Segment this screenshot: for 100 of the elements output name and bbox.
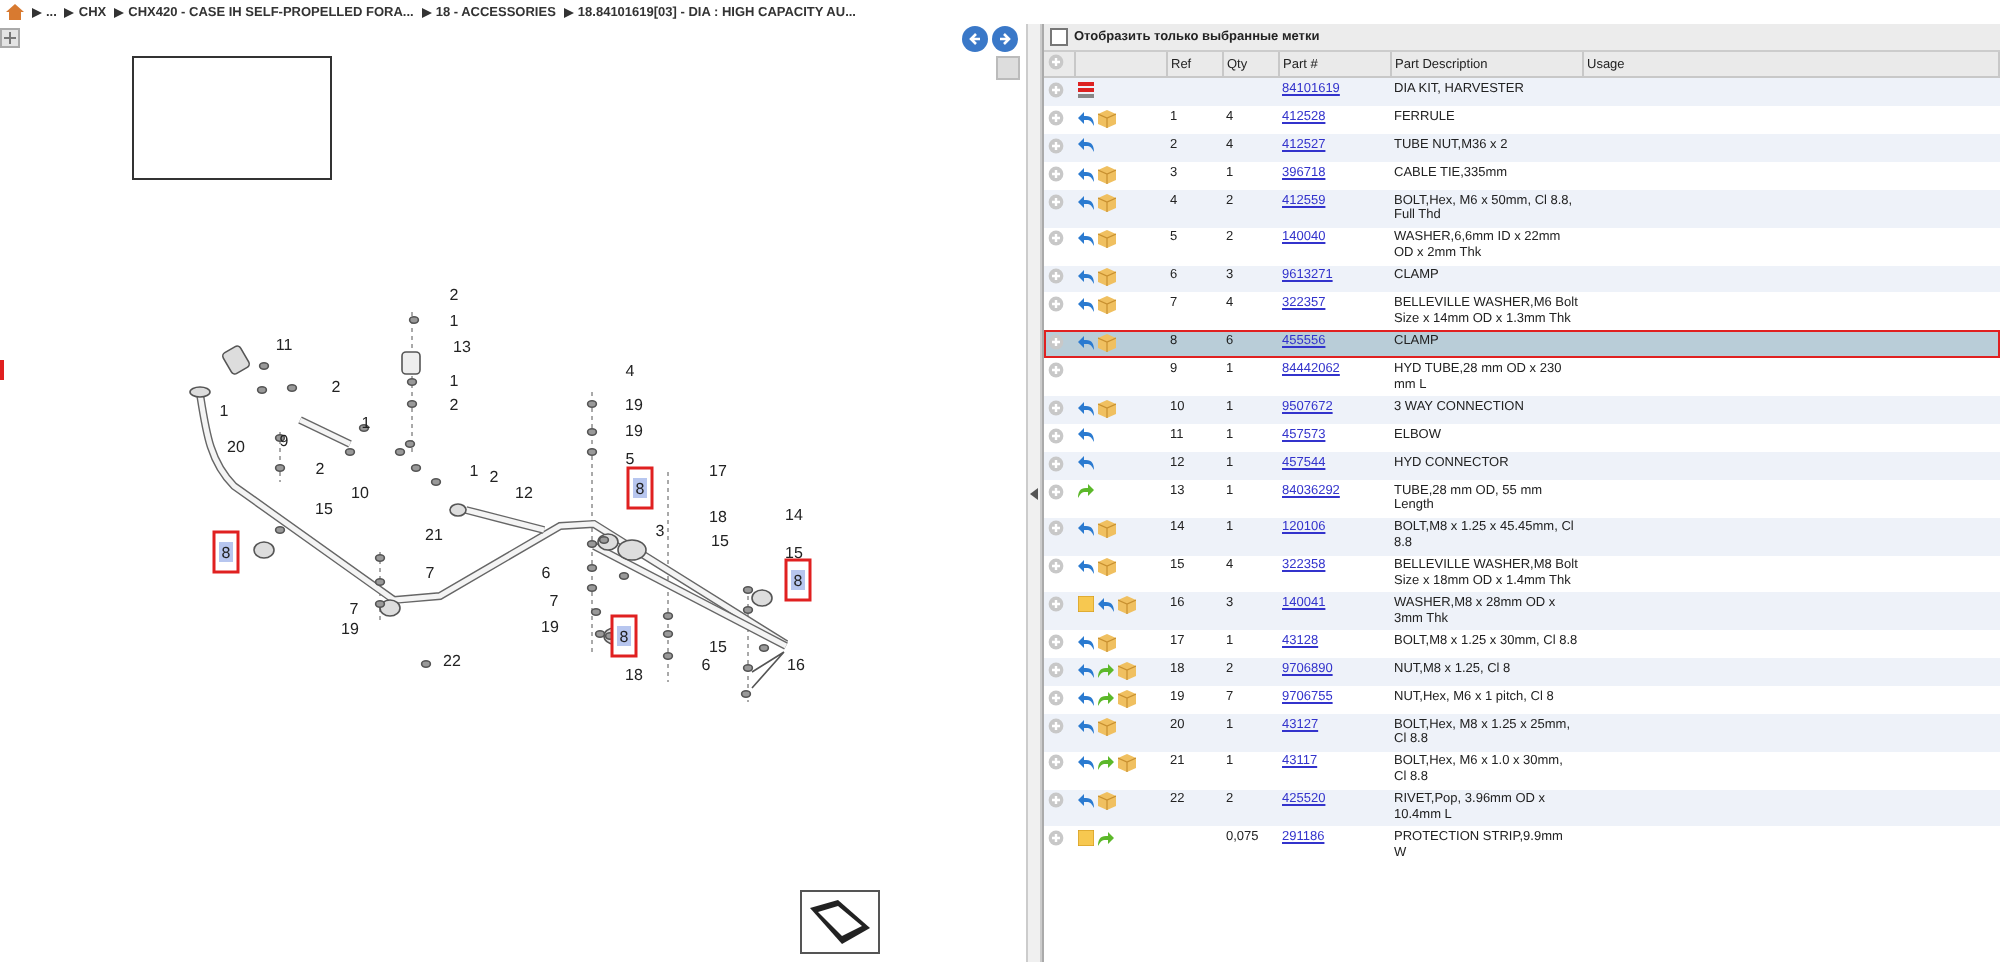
package-icon[interactable] [1098, 558, 1116, 577]
expand-icon[interactable] [1048, 520, 1064, 537]
back-arrow-icon[interactable] [1078, 335, 1094, 350]
callout-number[interactable]: 21 [425, 526, 443, 544]
back-arrow-icon[interactable] [1078, 756, 1094, 771]
expand-icon[interactable] [1048, 717, 1064, 734]
callout-number[interactable]: 2 [489, 468, 499, 486]
expand-icon[interactable] [1048, 689, 1064, 706]
expand-icon[interactable] [1048, 792, 1064, 809]
back-arrow-icon[interactable] [1078, 298, 1094, 313]
expand-all-icon[interactable] [1048, 54, 1064, 70]
package-icon[interactable] [1118, 689, 1136, 708]
callout-number[interactable]: 2 [449, 396, 459, 414]
forward-arrow-icon[interactable] [1098, 663, 1114, 678]
callout-number[interactable]: 19 [625, 396, 643, 414]
expand-icon[interactable] [1048, 230, 1064, 247]
callout-number[interactable]: 6 [701, 656, 711, 674]
back-arrow-icon[interactable] [1078, 111, 1094, 126]
callout-number[interactable]: 20 [227, 438, 245, 456]
image-icon[interactable] [800, 890, 880, 954]
package-icon[interactable] [1098, 268, 1116, 287]
package-icon[interactable] [1098, 193, 1116, 212]
package-icon[interactable] [1098, 165, 1116, 184]
package-icon[interactable] [1098, 333, 1116, 352]
expand-icon[interactable] [1048, 268, 1064, 285]
back-arrow-icon[interactable] [1078, 167, 1094, 182]
back-arrow-icon[interactable] [1098, 597, 1114, 612]
callout-number[interactable]: 10 [351, 484, 369, 502]
callout-number[interactable]: 6 [541, 564, 551, 582]
callout-number[interactable]: 17 [709, 462, 727, 480]
expand-icon[interactable] [1048, 137, 1064, 154]
callout-number[interactable]: 2 [449, 286, 459, 304]
callout-number[interactable]: 18 [625, 666, 643, 684]
callout-number[interactable]: 13 [453, 338, 471, 356]
expand-icon[interactable] [1048, 427, 1064, 444]
overview-frame[interactable] [132, 56, 332, 180]
callout-number[interactable]: 14 [785, 506, 803, 524]
forward-button[interactable] [992, 25, 1018, 51]
package-icon[interactable] [1118, 754, 1136, 773]
back-arrow-icon[interactable] [1078, 719, 1094, 734]
callout-number[interactable]: 16 [787, 656, 805, 674]
callout-number[interactable]: 22 [443, 652, 461, 670]
back-button[interactable] [962, 25, 988, 51]
callout-number[interactable]: 2 [331, 378, 341, 396]
back-arrow-icon[interactable] [1078, 691, 1094, 706]
callout-number[interactable]: 5 [625, 450, 635, 468]
callout-number[interactable]: 19 [625, 422, 643, 440]
back-arrow-icon[interactable] [1078, 270, 1094, 285]
package-icon[interactable] [1098, 717, 1116, 736]
back-arrow-icon[interactable] [1078, 635, 1094, 650]
package-icon[interactable] [1098, 109, 1116, 128]
callout-number[interactable]: 8 [212, 530, 240, 574]
callout-number[interactable]: 19 [541, 618, 559, 636]
back-arrow-icon[interactable] [1078, 137, 1094, 152]
note-icon[interactable] [1078, 596, 1094, 613]
package-icon[interactable] [1098, 296, 1116, 315]
expand-icon[interactable] [1048, 333, 1064, 350]
callout-number[interactable]: 3 [655, 522, 665, 540]
back-arrow-icon[interactable] [1078, 663, 1094, 678]
forward-arrow-icon[interactable] [1098, 691, 1114, 706]
back-arrow-icon[interactable] [1078, 427, 1094, 442]
back-arrow-icon[interactable] [1078, 401, 1094, 416]
expand-icon[interactable] [1048, 661, 1064, 678]
callout-number[interactable]: 15 [709, 638, 727, 656]
back-arrow-icon[interactable] [1078, 455, 1094, 470]
back-arrow-icon[interactable] [1078, 195, 1094, 210]
callout-number[interactable]: 15 [785, 544, 803, 562]
expand-icon[interactable] [1048, 633, 1064, 650]
expand-icon[interactable] [1048, 483, 1064, 500]
package-icon[interactable] [1098, 230, 1116, 249]
callout-number[interactable]: 7 [549, 592, 559, 610]
callout-number[interactable]: 19 [341, 620, 359, 638]
forward-arrow-icon[interactable] [1098, 756, 1114, 771]
expand-icon[interactable] [1048, 595, 1064, 612]
filter-checkbox[interactable] [1050, 28, 1068, 46]
expand-icon[interactable] [1048, 361, 1064, 378]
back-arrow-icon[interactable] [1078, 232, 1094, 247]
back-arrow-icon[interactable] [1078, 560, 1094, 575]
callout-number[interactable]: 1 [449, 312, 459, 330]
callout-number[interactable]: 2 [315, 460, 325, 478]
callout-number[interactable]: 1 [219, 402, 229, 420]
callout-number[interactable]: 18 [709, 508, 727, 526]
expand-icon[interactable] [1048, 455, 1064, 472]
callout-number[interactable]: 7 [425, 564, 435, 582]
callout-number[interactable]: 12 [515, 484, 533, 502]
callout-number[interactable]: 11 [275, 336, 293, 354]
callout-number[interactable]: 8 [784, 558, 812, 602]
callout-number[interactable]: 7 [349, 600, 359, 618]
package-icon[interactable] [1118, 661, 1136, 680]
expand-icon[interactable] [1048, 296, 1064, 313]
callout-number[interactable]: 1 [469, 462, 479, 480]
callout-number[interactable]: 15 [711, 532, 729, 550]
package-icon[interactable] [1098, 633, 1116, 652]
back-arrow-icon[interactable] [1078, 522, 1094, 537]
expand-icon[interactable] [1048, 81, 1064, 98]
toolbar-icon[interactable] [0, 28, 20, 48]
expand-icon[interactable] [1048, 165, 1064, 182]
expand-icon[interactable] [1048, 193, 1064, 210]
home-icon[interactable] [6, 4, 24, 20]
forward-arrow-icon[interactable] [1078, 483, 1094, 498]
